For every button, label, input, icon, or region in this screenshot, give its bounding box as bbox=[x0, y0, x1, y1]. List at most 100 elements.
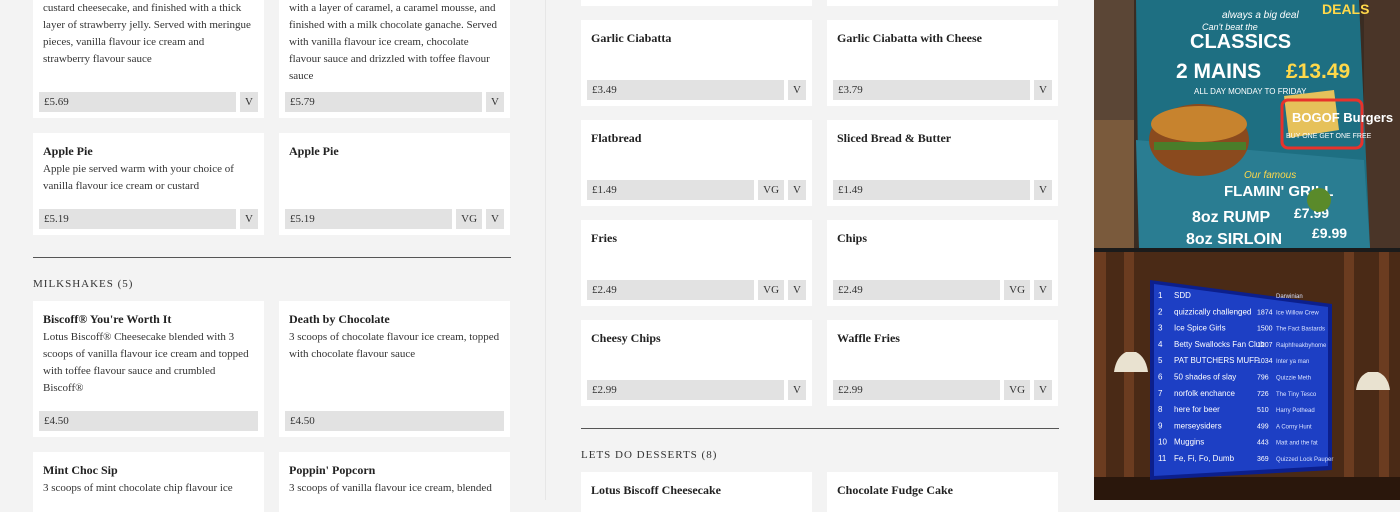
vegetarian-badge: V bbox=[240, 209, 258, 229]
score-rank: 7 bbox=[1158, 389, 1163, 398]
item-price: £2.99 bbox=[587, 380, 785, 400]
item-price: £1.49 bbox=[587, 180, 755, 200]
menu-item-card[interactable]: Garlic Ciabatta with Cheese £3.79 V bbox=[827, 20, 1058, 106]
item-price: £4.50 bbox=[285, 411, 504, 431]
vegetarian-badge: V bbox=[1034, 80, 1052, 100]
poster-text: ALL DAY MONDAY TO FRIDAY bbox=[1194, 87, 1307, 96]
vegan-badge: VG bbox=[456, 209, 483, 229]
price-bar: £5.69 V bbox=[39, 92, 258, 112]
section-title-milkshakes: MILKSHAKES (5) bbox=[33, 278, 134, 290]
section-divider bbox=[33, 257, 511, 258]
score-team: SDD bbox=[1174, 291, 1191, 300]
item-price: £1.49 bbox=[833, 180, 1031, 200]
menu-item-card[interactable] bbox=[827, 0, 1058, 6]
item-description: Apple pie served warm with your choice o… bbox=[43, 163, 234, 192]
price-bar: £1.49 V bbox=[833, 180, 1052, 200]
menu-item-card[interactable]: Sliced Bread & Butter £1.49 V bbox=[827, 120, 1058, 206]
menu-item-card[interactable]: Fries £2.49 VG V bbox=[581, 220, 812, 306]
item-title: Cheesy Chips bbox=[591, 331, 661, 345]
score-team-right: Harry Pothead bbox=[1276, 408, 1315, 414]
vegetarian-badge: V bbox=[788, 180, 806, 200]
item-title: Lotus Biscoff Cheesecake bbox=[591, 483, 721, 497]
item-title: Apple Pie bbox=[289, 144, 339, 158]
score-team: Fe, Fi, Fo, Dumb bbox=[1174, 454, 1235, 463]
vegetarian-badge: V bbox=[486, 209, 504, 229]
item-description: Lotus Biscoff® Cheesecake blended with 3… bbox=[43, 331, 249, 394]
item-price: £5.19 bbox=[39, 209, 237, 229]
vegetarian-badge: V bbox=[788, 280, 806, 300]
vegan-badge: VG bbox=[1004, 380, 1031, 400]
menu-item-card[interactable]: Cheesy Chips £2.99 V bbox=[581, 320, 812, 406]
score-team: Ice Spice Girls bbox=[1174, 324, 1226, 333]
menu-item-card[interactable]: with a layer of caramel, a caramel mouss… bbox=[279, 0, 510, 118]
score-rank: 3 bbox=[1158, 324, 1163, 333]
poster-text: always a big deal bbox=[1222, 10, 1299, 21]
menu-item-card[interactable]: Apple Pie £5.19 VG V bbox=[279, 133, 510, 235]
score-team-right: Quizzie Meth bbox=[1276, 376, 1311, 382]
score-team: Muggins bbox=[1174, 438, 1204, 447]
menu-item-card[interactable] bbox=[581, 0, 812, 6]
menu-item-card[interactable]: Lotus Biscoff Cheesecake bbox=[581, 472, 812, 512]
menu-item-card[interactable]: Mint Choc Sip 3 scoops of mint chocolate… bbox=[33, 452, 264, 512]
menu-item-card[interactable]: Chocolate Fudge Cake bbox=[827, 472, 1058, 512]
price-bar: £5.19 VG V bbox=[285, 209, 504, 229]
poster-text: BOGOF Burgers bbox=[1292, 110, 1393, 125]
menu-item-card[interactable]: Apple Pie Apple pie served warm with you… bbox=[33, 133, 264, 235]
menu-column-left: custard cheesecake, and finished with a … bbox=[0, 0, 545, 512]
item-description: 3 scoops of vanilla flavour ice cream, b… bbox=[289, 482, 492, 494]
score-value: 369 bbox=[1257, 456, 1269, 463]
item-price: £5.69 bbox=[39, 92, 237, 112]
price-bar: £5.79 V bbox=[285, 92, 504, 112]
menu-item-card[interactable]: Flatbread £1.49 VG V bbox=[581, 120, 812, 206]
score-value: 1874 bbox=[1257, 309, 1273, 316]
item-title: Chips bbox=[837, 231, 868, 245]
price-bar: £2.49 VG V bbox=[833, 280, 1052, 300]
poster-text: 2 MAINS bbox=[1176, 60, 1261, 83]
item-description: 3 scoops of chocolate flavour ice cream,… bbox=[289, 331, 500, 360]
score-rank: 9 bbox=[1158, 421, 1163, 430]
poster-text: £9.99 bbox=[1312, 225, 1347, 241]
item-description: custard cheesecake, and finished with a … bbox=[43, 2, 251, 65]
menu-column-middle: Garlic Ciabatta £3.49 V Garlic Ciabatta … bbox=[545, 0, 1094, 512]
score-value: 1207 bbox=[1257, 342, 1273, 349]
poster-text: CLASSICS bbox=[1190, 31, 1291, 53]
score-team-right: Quizzed Lock Pauper bbox=[1276, 457, 1333, 463]
score-rank: 11 bbox=[1158, 454, 1167, 463]
vegetarian-badge: V bbox=[240, 92, 258, 112]
section-title-desserts: LETS DO DESSERTS (8) bbox=[581, 449, 718, 461]
peas-image bbox=[1307, 188, 1331, 212]
poster-text: 8oz RUMP bbox=[1192, 209, 1271, 226]
item-title: Mint Choc Sip bbox=[43, 463, 118, 477]
photo-gallery: always a big deal DEALS Can't beat the C… bbox=[1094, 0, 1400, 500]
item-title: Garlic Ciabatta bbox=[591, 31, 672, 45]
score-team-right: Ice Willow Crew bbox=[1276, 310, 1319, 316]
score-team-right: Inter ya man bbox=[1276, 359, 1309, 365]
item-description: with a layer of caramel, a caramel mouss… bbox=[289, 2, 498, 82]
score-team: 50 shades of slay bbox=[1174, 373, 1236, 382]
menu-item-card[interactable]: Poppin' Popcorn 3 scoops of vanilla flav… bbox=[279, 452, 510, 512]
price-bar: £3.49 V bbox=[587, 80, 806, 100]
item-price: £5.19 bbox=[285, 209, 453, 229]
score-team-right: The Fact Bastards bbox=[1276, 327, 1325, 333]
item-price: £2.49 bbox=[587, 280, 755, 300]
poster-text: Our famous bbox=[1244, 170, 1296, 181]
score-team-right: Darwinian bbox=[1276, 294, 1303, 300]
item-title: Waffle Fries bbox=[837, 331, 900, 345]
item-description: 3 scoops of mint chocolate chip flavour … bbox=[43, 482, 233, 494]
menu-item-card[interactable]: Garlic Ciabatta £3.49 V bbox=[581, 20, 812, 106]
menu-item-card[interactable]: custard cheesecake, and finished with a … bbox=[33, 0, 264, 118]
menu-item-card[interactable]: Chips £2.49 VG V bbox=[827, 220, 1058, 306]
poster-photo[interactable]: always a big deal DEALS Can't beat the C… bbox=[1094, 0, 1400, 248]
menu-item-card[interactable]: Waffle Fries £2.99 VG V bbox=[827, 320, 1058, 406]
menu-item-card[interactable]: Biscoff® You're Worth It Lotus Biscoff® … bbox=[33, 301, 264, 437]
score-team: merseysiders bbox=[1174, 421, 1222, 430]
score-rank: 6 bbox=[1158, 373, 1163, 382]
score-rank: 1 bbox=[1158, 291, 1163, 300]
vegetarian-badge: V bbox=[1034, 380, 1052, 400]
poster-text: DEALS bbox=[1322, 1, 1369, 17]
score-rank: 5 bbox=[1158, 356, 1163, 365]
score-team-right: Matt and the fat bbox=[1276, 441, 1318, 447]
score-value: 499 bbox=[1257, 423, 1269, 430]
scoreboard-photo[interactable]: 1 SDD Darwinian 2 quizzically challenged 1874… bbox=[1094, 252, 1400, 500]
menu-item-card[interactable]: Death by Chocolate 3 scoops of chocolate… bbox=[279, 301, 510, 437]
